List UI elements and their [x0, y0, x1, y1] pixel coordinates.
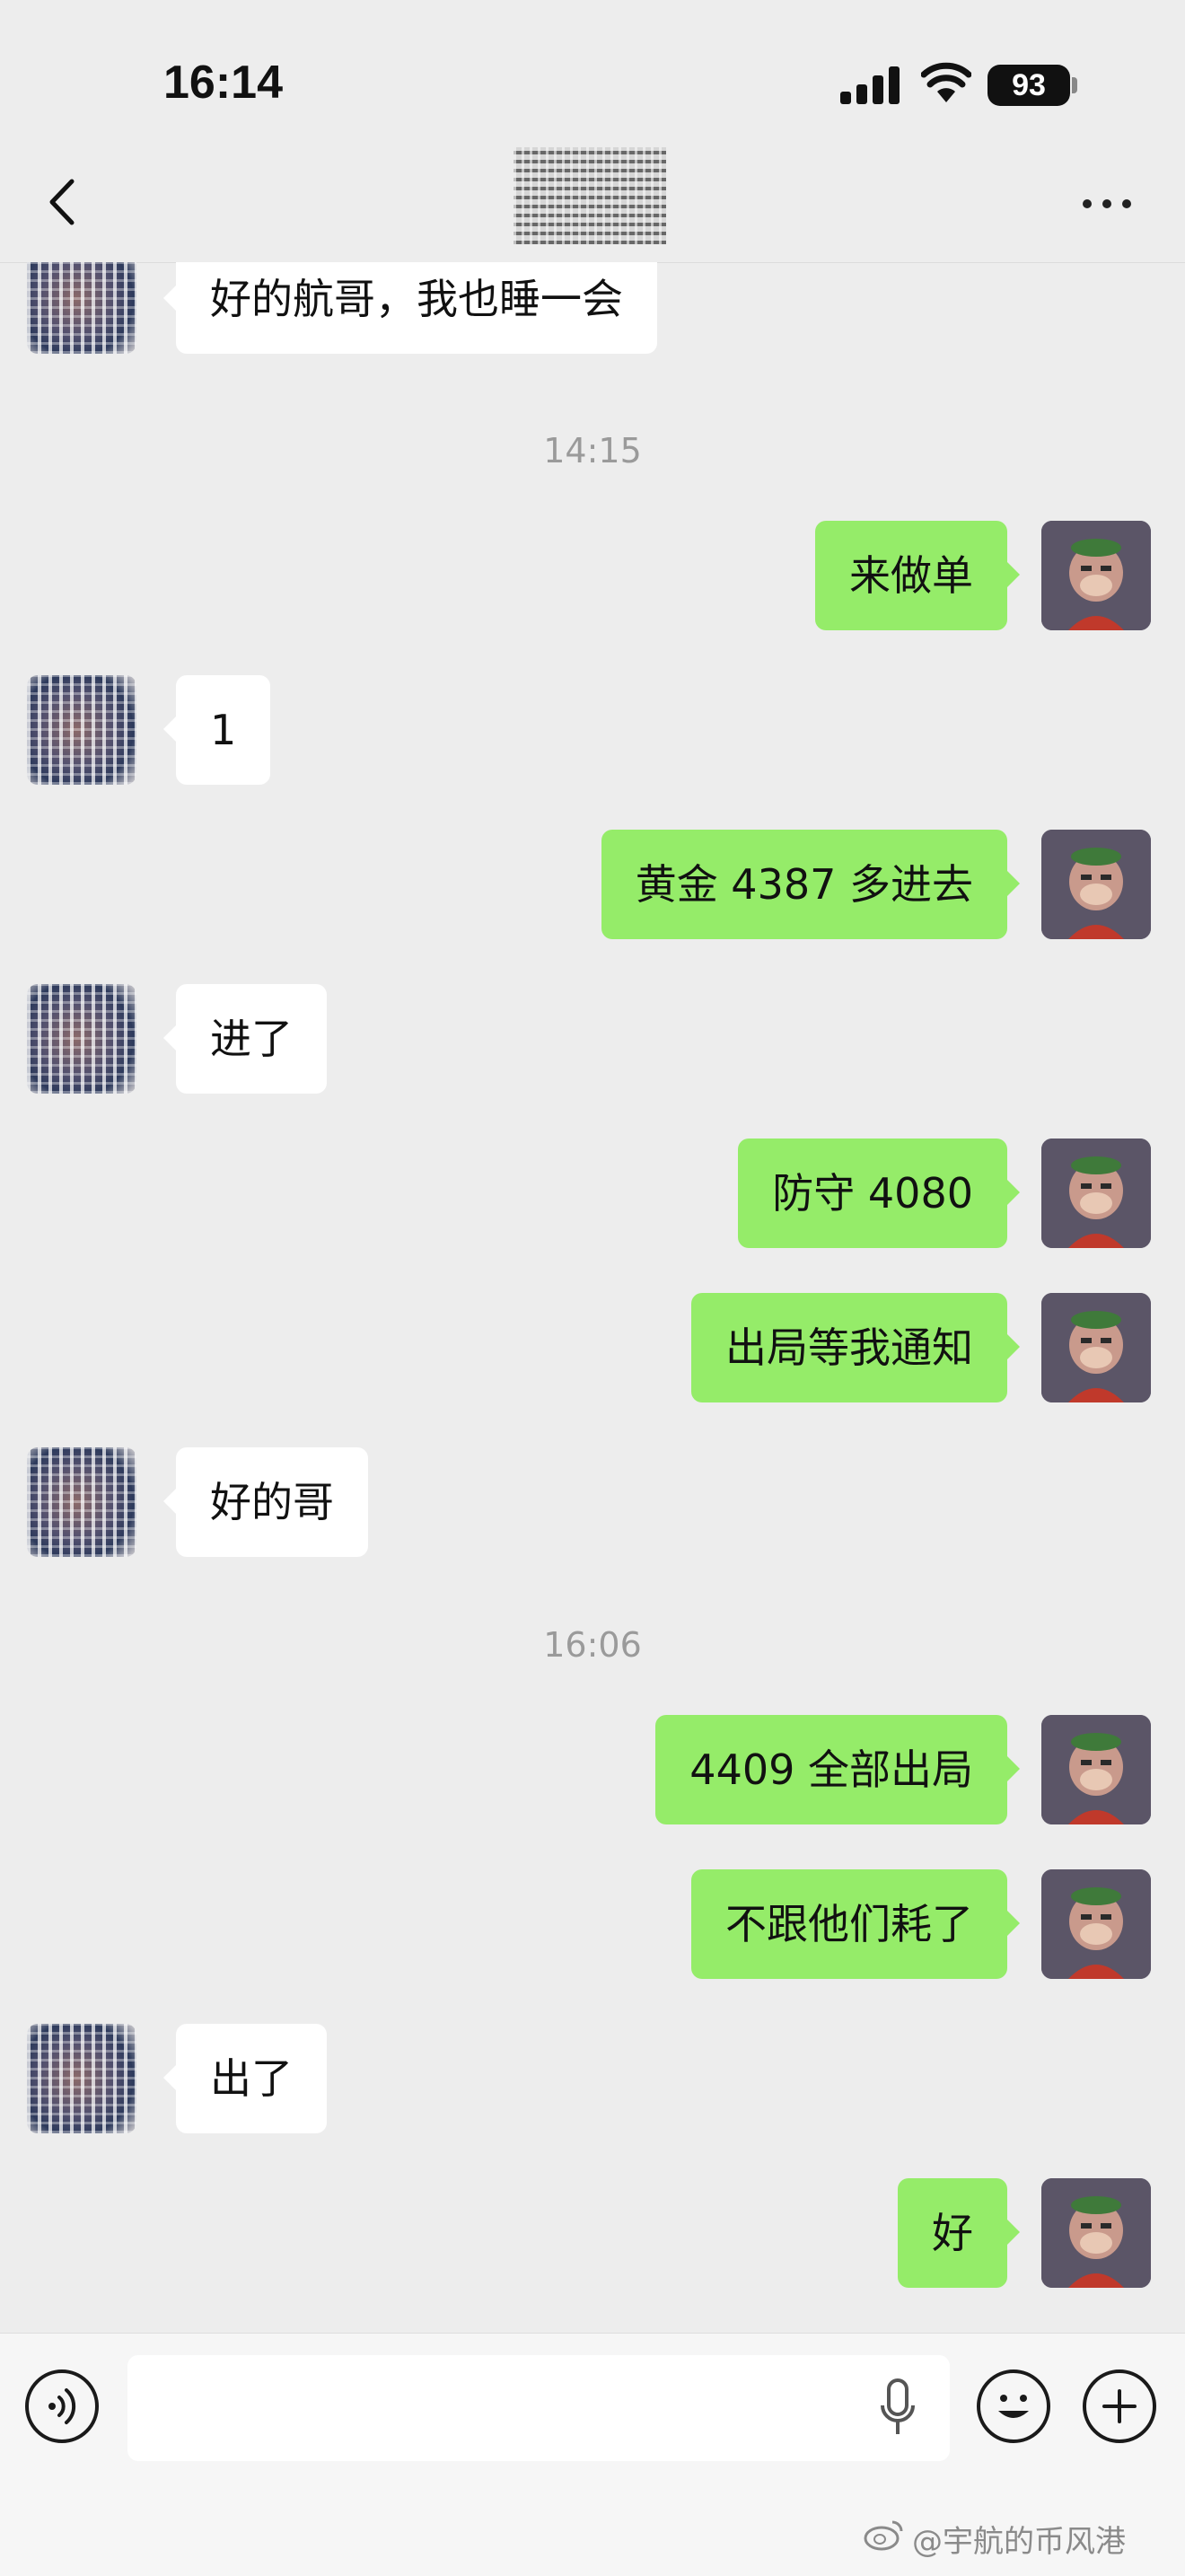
emoji-icon	[998, 2395, 1029, 2418]
signal-icon	[840, 65, 900, 104]
outgoing-message[interactable]: 好	[898, 2178, 1020, 2288]
ape-avatar-icon	[1041, 1293, 1151, 1402]
chat-message-list[interactable]: 好的航哥，我也睡一会 14:15 来做单 1 黄金 4387 多进去 进了 防守…	[0, 262, 1185, 2333]
message-timestamp: 14:15	[543, 431, 642, 470]
back-button[interactable]	[36, 171, 90, 233]
outgoing-message[interactable]: 来做单	[815, 521, 1020, 630]
status-time: 16:14	[163, 57, 283, 109]
message-timestamp: 16:06	[543, 1625, 642, 1665]
status-bar: 16:14 93	[0, 0, 1185, 144]
my-avatar[interactable]	[1041, 1869, 1151, 1979]
contact-avatar[interactable]	[27, 2024, 136, 2133]
add-attachment-button[interactable]	[1083, 2369, 1156, 2443]
my-avatar[interactable]	[1041, 1139, 1151, 1248]
my-avatar[interactable]	[1041, 521, 1151, 630]
outgoing-message[interactable]: 4409 全部出局	[655, 1715, 1020, 1824]
microphone-icon[interactable]	[880, 2378, 916, 2438]
ape-avatar-icon	[1041, 2178, 1151, 2288]
ape-avatar-icon	[1041, 1715, 1151, 1824]
incoming-message[interactable]: 出了	[163, 2024, 327, 2133]
outgoing-message[interactable]: 不跟他们耗了	[691, 1869, 1020, 1979]
contact-avatar[interactable]	[27, 1447, 136, 1557]
ape-avatar-icon	[1041, 521, 1151, 630]
emoji-button[interactable]	[977, 2369, 1050, 2443]
plus-icon	[1102, 2389, 1137, 2423]
weibo-logo-icon	[864, 2520, 903, 2551]
wifi-icon	[921, 62, 971, 102]
ape-avatar-icon	[1041, 830, 1151, 939]
battery-indicator: 93	[988, 65, 1070, 106]
my-avatar[interactable]	[1041, 1293, 1151, 1402]
my-avatar[interactable]	[1041, 1715, 1151, 1824]
outgoing-message[interactable]: 黄金 4387 多进去	[601, 830, 1021, 939]
my-avatar[interactable]	[1041, 830, 1151, 939]
message-input[interactable]	[127, 2355, 950, 2461]
incoming-message[interactable]: 好的航哥，我也睡一会	[163, 262, 657, 354]
outgoing-message[interactable]: 出局等我通知	[691, 1293, 1020, 1402]
watermark-text: @宇航的币风港	[912, 2524, 1126, 2560]
contact-avatar[interactable]	[27, 984, 136, 1094]
ape-avatar-icon	[1041, 1869, 1151, 1979]
my-avatar[interactable]	[1041, 2178, 1151, 2288]
incoming-message[interactable]: 好的哥	[163, 1447, 368, 1557]
contact-avatar[interactable]	[27, 675, 136, 785]
watermark: @宇航的币风港	[864, 2517, 1126, 2561]
voice-mode-button[interactable]	[25, 2369, 99, 2443]
more-options-button[interactable]	[1077, 189, 1140, 215]
chat-title-blurred	[514, 147, 666, 244]
incoming-message[interactable]: 进了	[163, 984, 327, 1094]
voice-icon	[48, 2388, 76, 2424]
outgoing-message[interactable]: 防守 4080	[738, 1139, 1020, 1248]
nav-bar	[0, 144, 1185, 263]
incoming-message[interactable]: 1	[162, 675, 271, 785]
ape-avatar-icon	[1041, 1139, 1151, 1248]
input-bar: @宇航的币风港	[0, 2333, 1185, 2576]
battery-nub	[1072, 77, 1077, 93]
contact-avatar[interactable]	[27, 262, 136, 354]
